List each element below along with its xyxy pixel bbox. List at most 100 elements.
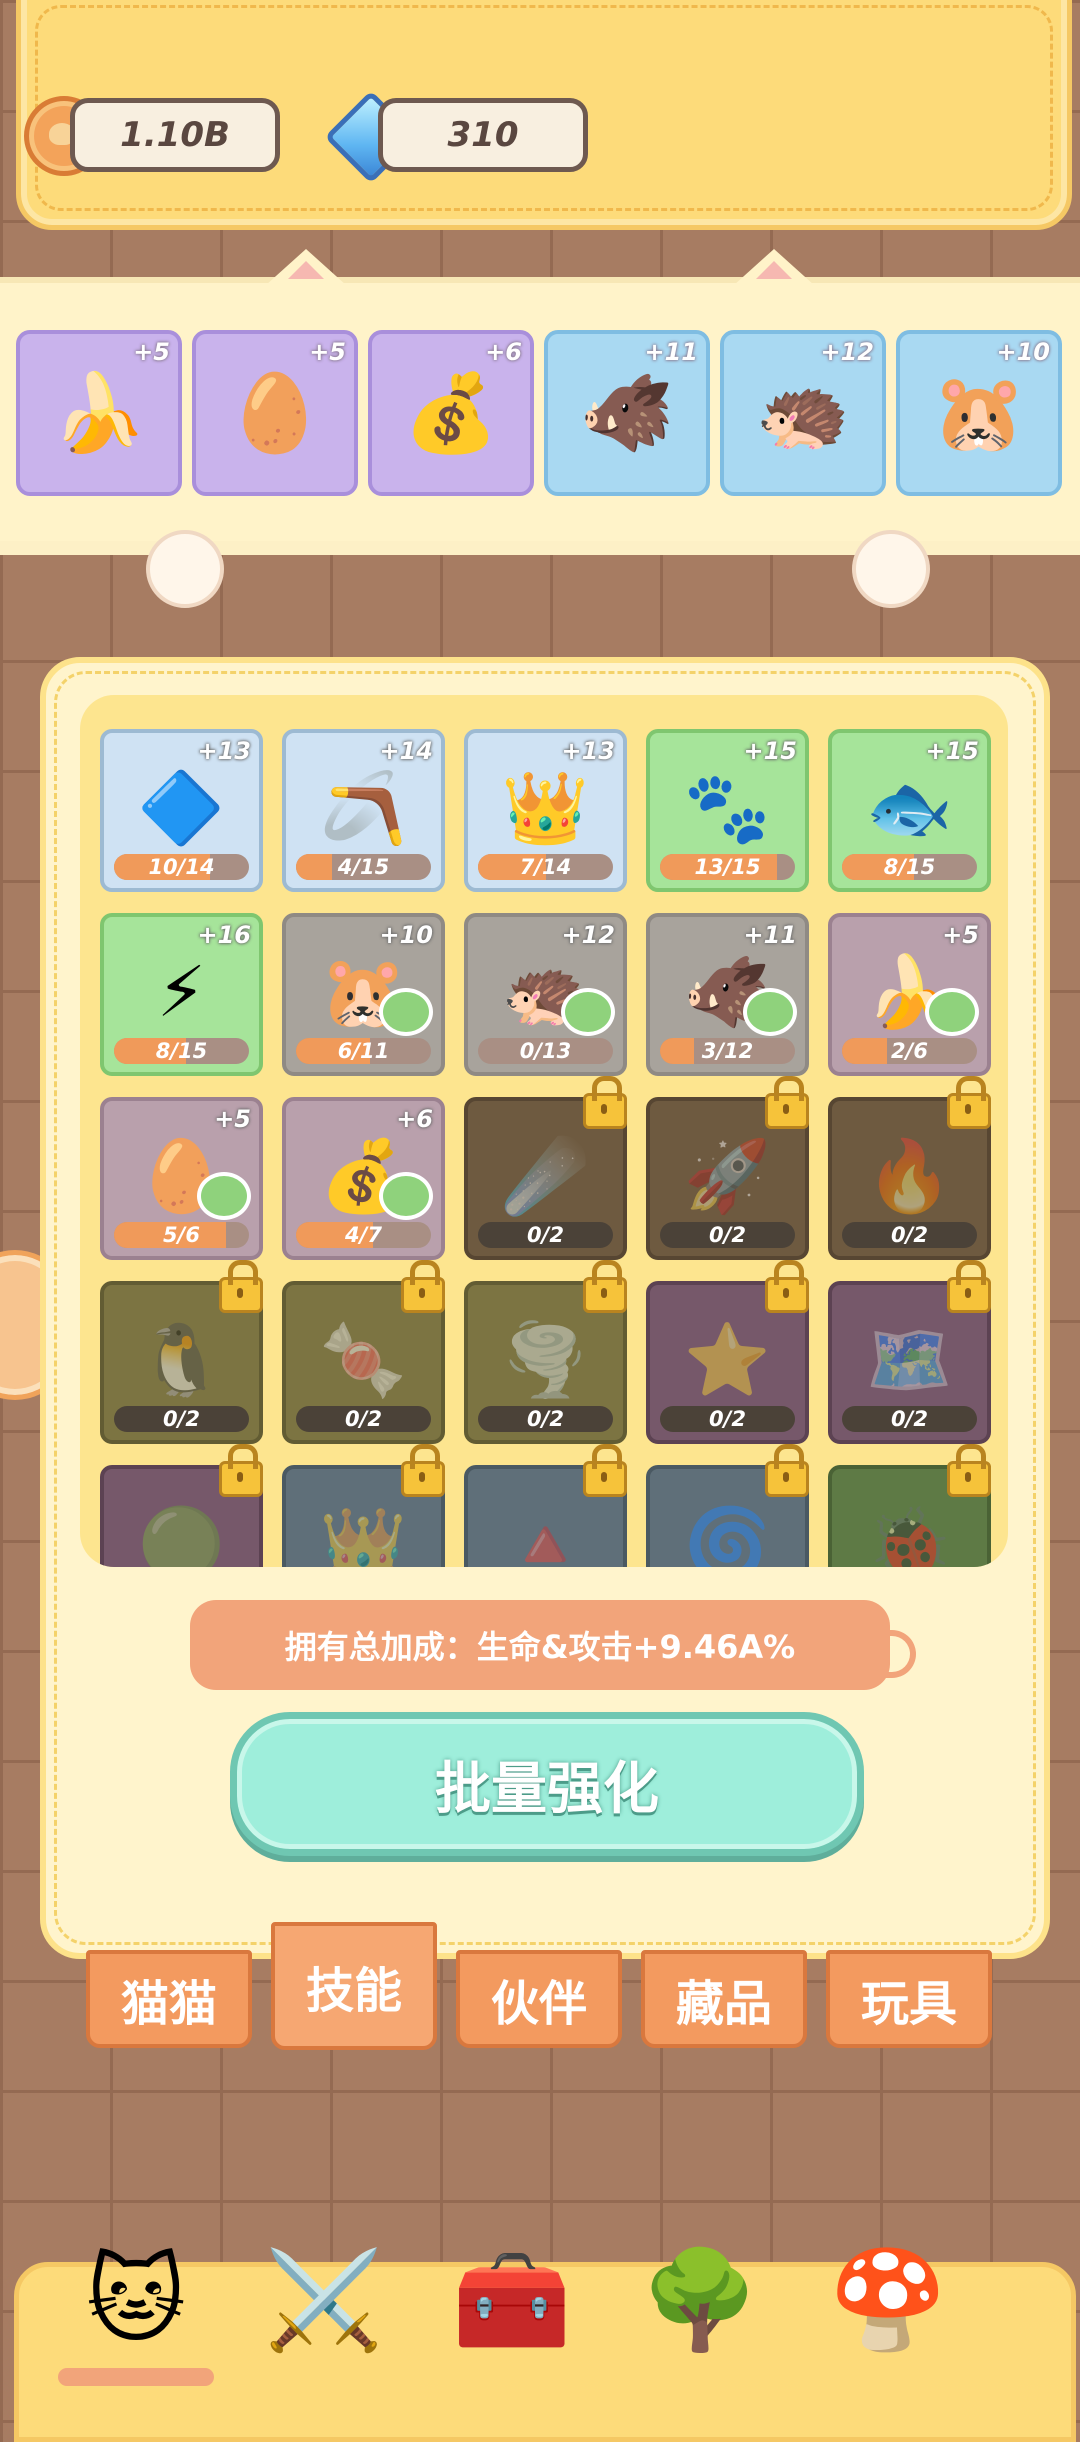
skill-progress-text: 10/14: [148, 855, 215, 879]
lock-icon: [947, 1444, 991, 1497]
fish-icon: 🐟: [865, 767, 954, 849]
skill-progress-text: 2/6: [891, 1039, 928, 1063]
skill-card-egg[interactable]: 🥚 +5 5/6: [100, 1097, 263, 1260]
skill-card-item-21[interactable]: 🟢: [100, 1444, 263, 1567]
nav-tree-button[interactable]: 🌳: [620, 2225, 780, 2375]
skill-card-rocket[interactable]: 🚀 0/2: [646, 1076, 809, 1260]
skill-card-map[interactable]: 🗺️ 0/2: [828, 1260, 991, 1444]
cat-ear-left: [266, 249, 346, 285]
tab-5[interactable]: 玩具: [826, 1950, 992, 2048]
skill-card-diamond[interactable]: 🔷 +13 10/14: [100, 729, 263, 892]
star-icon: ⭐: [683, 1319, 772, 1401]
equipped-slot-banana[interactable]: 🍌 +5: [16, 330, 182, 496]
skill-progress-bar: 0/2: [296, 1406, 431, 1432]
tab-1[interactable]: 猫猫: [86, 1950, 252, 2048]
tab-label: 猫猫: [120, 1976, 217, 2032]
skill-level: +14: [379, 737, 433, 765]
skill-progress-text: 3/12: [701, 1039, 754, 1063]
equipped-level: +10: [996, 338, 1050, 366]
coin-amount: 1.10B: [120, 115, 230, 155]
skill-progress-text: 8/15: [155, 1039, 208, 1063]
item-25-icon: 🐞: [865, 1503, 954, 1567]
skill-progress-text: 0/2: [163, 1407, 200, 1431]
nav-mushroom-house-button[interactable]: 🍄: [808, 2225, 968, 2375]
skill-card-sack[interactable]: 💰 +6 4/7: [282, 1097, 445, 1260]
skill-card-item-22[interactable]: 👑: [282, 1444, 445, 1567]
skill-progress-text: 0/2: [891, 1223, 928, 1247]
skill-card-slime-king[interactable]: 👑 +13 7/14: [464, 729, 627, 892]
tab-3[interactable]: 伙伴: [456, 1950, 622, 2048]
paw-badge-icon: [379, 1172, 433, 1220]
skill-card-flame[interactable]: 🔥 0/2: [828, 1076, 991, 1260]
paw-print-icon: 🐾: [683, 767, 772, 849]
skill-card-fish[interactable]: 🐟 +15 8/15: [828, 729, 991, 892]
skill-card-item-24[interactable]: 🌀: [646, 1444, 809, 1567]
bottom-nav-active-indicator: [58, 2368, 214, 2386]
skill-progress-bar: 4/15: [296, 854, 431, 880]
skill-progress-text: 4/15: [337, 855, 390, 879]
skill-card-candy[interactable]: 🍬 0/2: [282, 1260, 445, 1444]
tab-label: 藏品: [675, 1976, 772, 2032]
skill-progress-bar: 0/2: [842, 1406, 977, 1432]
skill-card-meteor[interactable]: ☄️ 0/2: [464, 1076, 627, 1260]
batch-upgrade-button[interactable]: 批量强化: [230, 1712, 864, 1856]
skill-progress-bar: 0/2: [842, 1222, 977, 1248]
equipped-slot-egg[interactable]: 🥚 +5: [192, 330, 358, 496]
skill-progress-text: 0/2: [345, 1407, 382, 1431]
skill-progress-bar: 8/15: [842, 854, 977, 880]
skill-card-boomerang[interactable]: 🪃 +14 4/15: [282, 729, 445, 892]
skill-card-star[interactable]: ⭐ 0/2: [646, 1260, 809, 1444]
skill-progress-text: 0/13: [519, 1039, 572, 1063]
skill-card-mole[interactable]: 🐹 +10 6/11: [282, 913, 445, 1076]
mole-icon: 🐹: [931, 368, 1027, 457]
total-bonus-banner: 拥有总加成：生命&攻击+9.46A%: [190, 1600, 916, 1690]
tree-icon: 🌳: [640, 2243, 760, 2356]
skill-card-banana[interactable]: 🍌 +5 2/6: [828, 913, 991, 1076]
skill-progress-text: 13/15: [694, 855, 761, 879]
flame-icon: 🔥: [865, 1135, 954, 1217]
lock-icon: [947, 1260, 991, 1313]
skill-level: +12: [561, 921, 615, 949]
paw-badge-icon: [561, 988, 615, 1036]
skill-progress-bar: 0/2: [478, 1406, 613, 1432]
skill-card-boar[interactable]: 🐗 +11 3/12: [646, 913, 809, 1076]
tab-2[interactable]: 技能: [271, 1922, 437, 2050]
nav-cat-home-button[interactable]: 🐱: [56, 2225, 216, 2375]
lock-icon: [583, 1260, 627, 1313]
equipped-slot-boar[interactable]: 🐗 +11: [544, 330, 710, 496]
boomerang-icon: 🪃: [319, 767, 408, 849]
skill-progress-bar: 4/7: [296, 1222, 431, 1248]
paw-badge-icon: [743, 988, 797, 1036]
tab-label: 伙伴: [490, 1976, 587, 2032]
coin-counter: 1.10B: [70, 98, 280, 172]
skill-card-item-23[interactable]: 🔺: [464, 1444, 627, 1567]
skill-card-tornado[interactable]: 🌪️ 0/2: [464, 1260, 627, 1444]
paw-right: [852, 530, 930, 608]
nav-treasure-chest-button[interactable]: 🧰: [432, 2225, 592, 2375]
equipped-slot-hedgehog[interactable]: 🦔 +12: [720, 330, 886, 496]
penguin-icon: 🐧: [137, 1319, 226, 1401]
lightning-icon: ⚡: [156, 951, 207, 1033]
slime-king-icon: 👑: [501, 767, 590, 849]
skill-progress-bar: 7/14: [478, 854, 613, 880]
skill-card-hedgehog[interactable]: 🦔 +12 0/13: [464, 913, 627, 1076]
equipped-slot-mole[interactable]: 🐹 +10: [896, 330, 1062, 496]
total-bonus-text: 拥有总加成：生命&攻击+9.46A%: [284, 1628, 796, 1666]
paw-badge-icon: [197, 1172, 251, 1220]
paw-left: [146, 530, 224, 608]
equipped-slot-sack[interactable]: 💰 +6: [368, 330, 534, 496]
tab-4[interactable]: 藏品: [641, 1950, 807, 2048]
skill-grid[interactable]: 🔷 +13 10/14 🪃 +14 4/15 👑 +13 7/14 🐾 +15 13/15 🐟 +15 8/…: [80, 695, 1008, 1567]
skill-card-penguin[interactable]: 🐧 0/2: [100, 1260, 263, 1444]
skill-card-paw-print[interactable]: 🐾 +15 13/15: [646, 729, 809, 892]
lock-icon: [765, 1076, 809, 1129]
paw-badge-icon: [925, 988, 979, 1036]
skill-card-item-25[interactable]: 🐞: [828, 1444, 991, 1567]
skill-card-lightning[interactable]: ⚡ +16 8/15: [100, 913, 263, 1076]
gem-counter: 310: [378, 98, 588, 172]
nav-battle-button[interactable]: ⚔️: [244, 2225, 404, 2375]
skill-progress-text: 0/2: [527, 1407, 564, 1431]
skill-level: +5: [942, 921, 979, 949]
equipped-level: +11: [644, 338, 698, 366]
lock-icon: [219, 1260, 263, 1313]
